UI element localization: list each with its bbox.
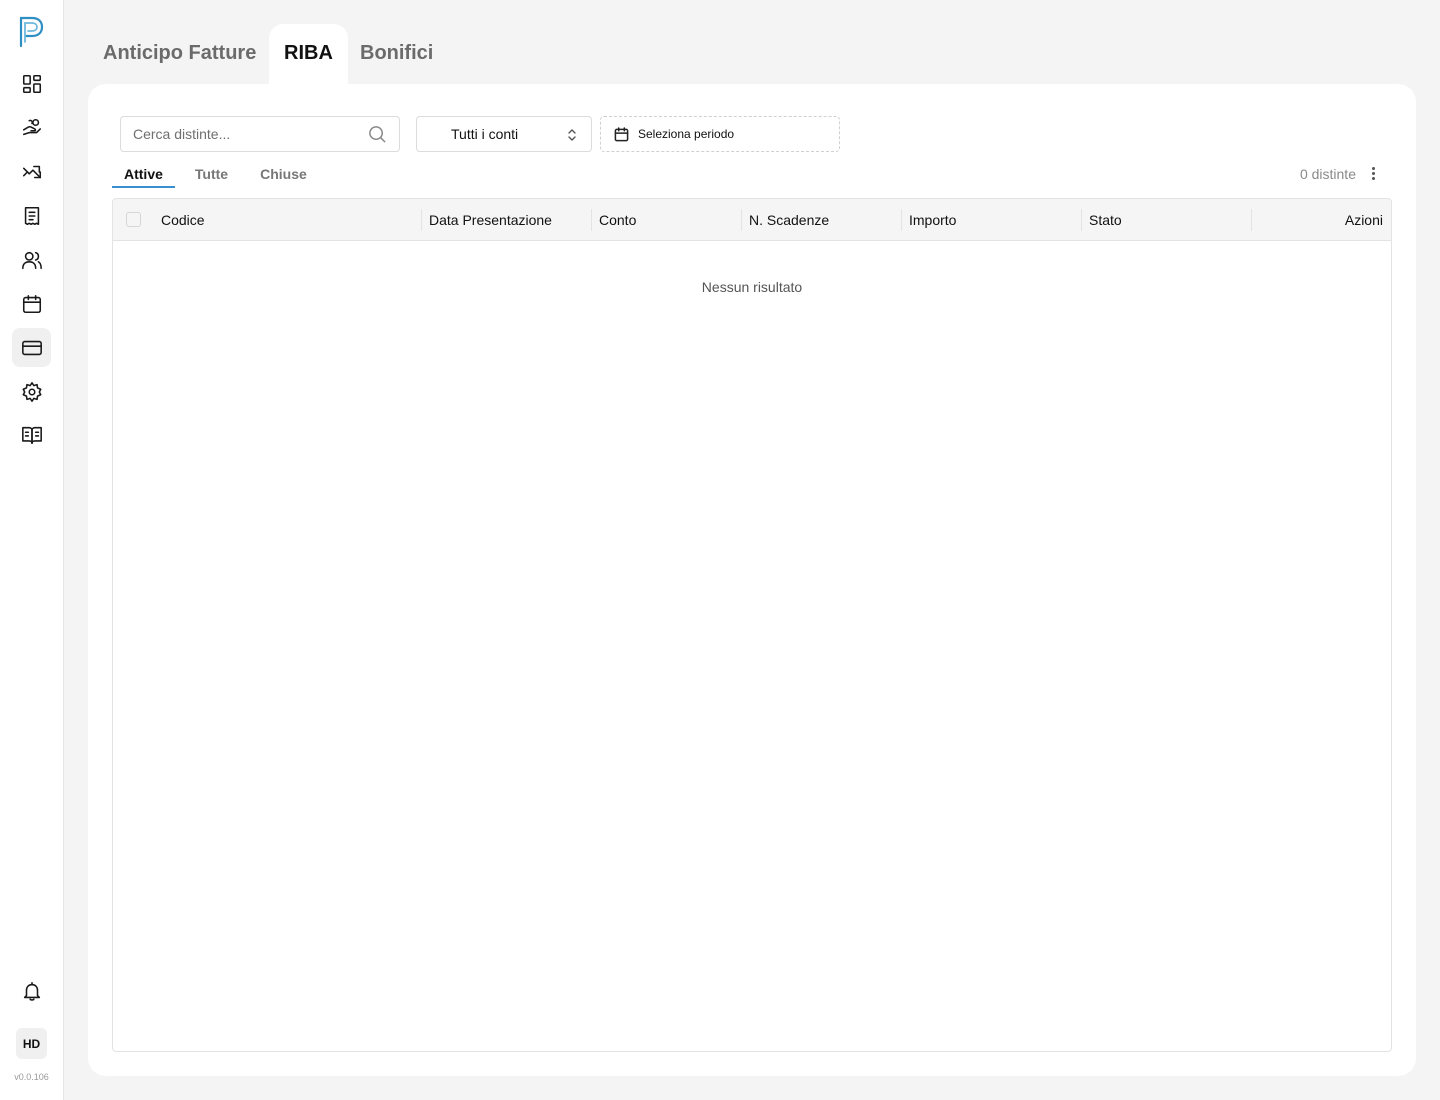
nav-payments[interactable] [12,328,51,367]
more-options-icon[interactable] [1370,166,1376,182]
bell-icon [23,981,40,1001]
receipt-icon [24,206,39,225]
nav-hand-coins[interactable] [12,108,51,147]
app-logo[interactable] [16,14,46,50]
account-select-value: Tutti i conti [451,126,519,142]
table-header: Codice Data Presentazione Conto N. Scade… [113,199,1391,241]
search-icon[interactable] [368,125,387,144]
calendar-icon [22,294,41,313]
nav-users[interactable] [12,240,51,279]
trending-icon [22,165,41,178]
column-importo[interactable]: Importo [909,199,956,240]
avatar[interactable]: HD [16,1028,47,1059]
subtab-tutte[interactable]: Tutte [183,160,240,188]
hand-coins-icon [22,118,41,135]
subtab-chiuse[interactable]: Chiuse [248,160,319,188]
notifications-button[interactable] [12,971,51,1010]
column-data-presentazione[interactable]: Data Presentazione [429,199,552,240]
nav-dashboard[interactable] [12,64,51,103]
status-tabs: Attive Tutte Chiuse [112,160,327,188]
result-count: 0 distinte [1299,166,1356,182]
nav-receipt[interactable] [12,196,51,235]
period-picker[interactable]: Seleziona periodo [600,116,840,152]
nav-calendar[interactable] [12,284,51,323]
credit-card-icon [21,340,42,355]
search-input[interactable] [121,117,368,151]
column-azioni: Azioni [1344,211,1383,228]
nav-docs[interactable] [12,415,51,454]
sidebar: HD v0.0.106 [0,0,64,1100]
book-icon [21,426,42,444]
riba-table: Codice Data Presentazione Conto N. Scade… [112,198,1392,1052]
column-n-scadenze[interactable]: N. Scadenze [749,199,829,240]
nav-settings[interactable] [12,372,51,411]
nav-trending[interactable] [12,152,51,191]
select-all-checkbox[interactable] [126,212,141,227]
calendar-icon [614,126,629,141]
subtab-attive[interactable]: Attive [112,160,175,188]
empty-state-message: Nessun risultato [701,279,803,295]
main-card: Tutti i conti Seleziona periodo Attive T… [88,84,1416,1076]
users-icon [21,251,42,269]
app-version: v0.0.106 [14,1072,49,1082]
account-select[interactable]: Tutti i conti [416,116,592,152]
tab-anticipo-fatture[interactable]: Anticipo Fatture [88,24,271,84]
settings-icon [22,381,41,402]
column-codice[interactable]: Codice [161,199,205,240]
tab-bonifici[interactable]: Bonifici [345,24,448,84]
chevron-up-down-icon [568,129,576,141]
column-stato[interactable]: Stato [1089,199,1122,240]
period-picker-label: Seleziona periodo [638,127,735,141]
column-conto[interactable]: Conto [599,199,636,240]
tab-riba[interactable]: RIBA [269,24,348,84]
dashboard-icon [22,74,41,93]
search-box [120,116,400,152]
